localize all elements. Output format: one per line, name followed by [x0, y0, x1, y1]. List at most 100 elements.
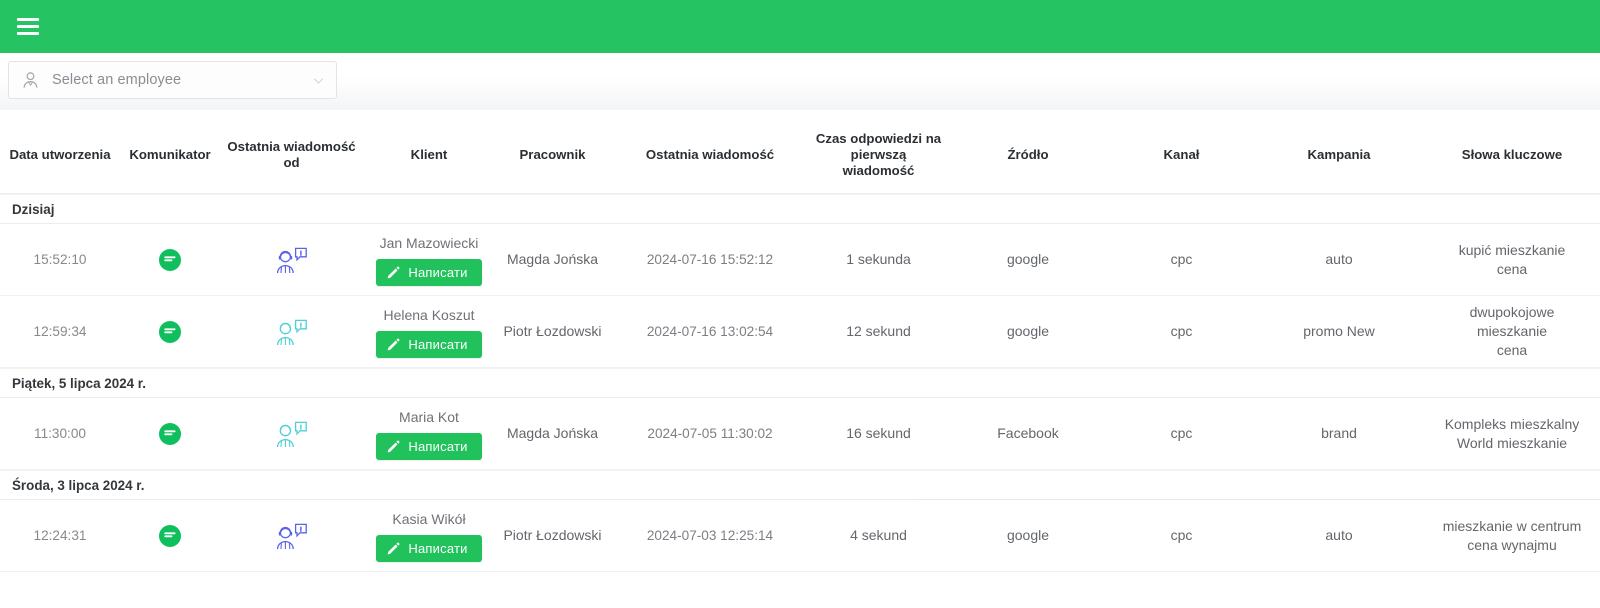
cell-campaign: auto — [1325, 251, 1353, 267]
keyword-line: cena — [1496, 260, 1528, 277]
date-group-header: Środa, 3 lipca 2024 r. — [0, 470, 1600, 500]
cell-created-time: 12:24:31 — [33, 528, 87, 543]
write-message-button[interactable]: Написати — [376, 432, 482, 460]
cell-campaign: auto — [1325, 527, 1353, 543]
write-message-button[interactable]: Написати — [376, 258, 482, 286]
filter-bar: Select an employee — [0, 53, 1600, 110]
cell-created-time: 15:52:10 — [33, 252, 87, 267]
client-name: Maria Kot — [399, 408, 459, 425]
cell-messenger — [120, 418, 220, 450]
cell-created-time: 12:59:34 — [33, 324, 87, 339]
chevron-down-icon[interactable] — [311, 73, 326, 88]
keyword-line: dwupokojowe — [1469, 304, 1555, 320]
employee-select[interactable]: Select an employee — [8, 61, 337, 99]
client-name: Helena Koszut — [383, 306, 475, 323]
client-name: Jan Mazowiecki — [379, 234, 479, 251]
cell-source: google — [1006, 251, 1050, 267]
keyword-line: cena wynajmu — [1467, 536, 1557, 553]
keyword-line: kupić mieszkanie — [1458, 241, 1566, 258]
column-header-last-message-from[interactable]: Ostatnia wiadomość od — [220, 139, 363, 171]
cell-client: Maria Kot Написати — [363, 404, 495, 464]
write-message-label: Написати — [408, 336, 468, 352]
column-header-source[interactable]: Źródło — [947, 147, 1109, 163]
cell-campaign: promo New — [1303, 323, 1375, 339]
cell-first-response-time: 12 sekund — [846, 323, 911, 339]
messenger-chat-icon[interactable] — [158, 422, 182, 446]
hamburger-menu-icon[interactable] — [17, 18, 39, 35]
operator-icon — [275, 245, 309, 275]
cell-channel: cpc — [1170, 425, 1193, 441]
column-header-keywords[interactable]: Słowa kluczowe — [1424, 147, 1600, 163]
cell-source: google — [1006, 527, 1050, 543]
write-message-label: Написати — [408, 264, 468, 280]
date-group-label: Piątek, 5 lipca 2024 r. — [12, 375, 146, 391]
cell-keywords: dwupokojowe mieszkanie cena — [1424, 299, 1600, 364]
column-header-last-message[interactable]: Ostatnia wiadomość — [610, 147, 810, 163]
cell-keywords: mieszkanie w centrum cena wynajmu — [1424, 513, 1600, 559]
cell-messenger — [120, 520, 220, 552]
date-group-header: Piątek, 5 lipca 2024 r. — [0, 368, 1600, 398]
cell-channel: cpc — [1170, 527, 1193, 543]
keyword-line: cena — [1496, 342, 1528, 358]
cell-client: Helena Koszut Написати — [363, 302, 495, 362]
employee-select-placeholder: Select an employee — [52, 72, 182, 88]
cell-employee: Piotr Łozdowski — [503, 323, 602, 339]
messenger-chat-icon[interactable] — [158, 320, 182, 344]
employee-avatar-icon — [21, 71, 40, 90]
cell-last-message-from — [220, 415, 363, 453]
date-group-header: Dzisiaj — [0, 194, 1600, 224]
date-group-label: Środa, 3 lipca 2024 r. — [12, 477, 145, 493]
cell-last-message: 2024-07-05 11:30:02 — [647, 426, 773, 441]
column-header-client[interactable]: Klient — [363, 147, 495, 163]
messenger-chat-icon[interactable] — [158, 524, 182, 548]
client-icon — [275, 419, 309, 449]
column-header-channel[interactable]: Kanał — [1109, 147, 1254, 163]
table-row[interactable]: 12:24:31 Kasia Wikół Написати Piotr Łozd… — [0, 500, 1600, 572]
column-header-employee[interactable]: Pracownik — [495, 147, 610, 163]
cell-messenger — [120, 316, 220, 348]
pencil-icon — [386, 439, 401, 454]
cell-source: google — [1006, 323, 1050, 339]
cell-last-message-from — [220, 241, 363, 279]
messenger-chat-icon[interactable] — [158, 248, 182, 272]
table-row[interactable]: 11:30:00 Maria Kot Написати Magda Jońska… — [0, 398, 1600, 470]
cell-client: Kasia Wikół Написати — [363, 506, 495, 566]
write-message-label: Написати — [408, 438, 468, 454]
write-message-label: Написати — [408, 540, 468, 556]
cell-campaign: brand — [1321, 425, 1357, 441]
column-header-created-date[interactable]: Data utworzenia — [0, 147, 120, 163]
table-row[interactable]: 15:52:10 Jan Mazowiecki Написати Magda J… — [0, 224, 1600, 296]
write-message-button[interactable]: Написати — [376, 534, 482, 562]
hamburger-bar — [17, 18, 39, 21]
write-message-button[interactable]: Написати — [376, 330, 482, 358]
cell-last-message: 2024-07-16 13:02:54 — [646, 324, 774, 339]
cell-keywords: kupić mieszkanie cena — [1424, 237, 1600, 283]
operator-icon — [275, 521, 309, 551]
table-header-row: Data utworzenia Komunikator Ostatnia wia… — [0, 110, 1600, 194]
column-header-first-response-time[interactable]: Czas odpowiedzi na pierwszą wiadomość — [810, 131, 947, 179]
cell-first-response-time: 1 sekunda — [846, 251, 911, 267]
client-icon — [275, 317, 309, 347]
date-group-label: Dzisiaj — [12, 201, 55, 217]
cell-source: Facebook — [997, 425, 1059, 441]
keyword-line: Kompleks mieszkalny — [1444, 415, 1580, 432]
cell-keywords: Kompleks mieszkalny World mieszkanie — [1424, 411, 1600, 457]
cell-last-message: 2024-07-16 15:52:12 — [646, 252, 774, 267]
cell-channel: cpc — [1170, 251, 1193, 267]
pencil-icon — [386, 265, 401, 280]
keyword-line: mieszkanie — [1476, 323, 1548, 339]
column-header-messenger[interactable]: Komunikator — [120, 147, 220, 163]
pencil-icon — [386, 337, 401, 352]
table-body: Dzisiaj 15:52:10 Jan Mazowiecki Написати… — [0, 194, 1600, 572]
cell-messenger — [120, 244, 220, 276]
cell-first-response-time: 16 sekund — [846, 425, 911, 441]
cell-created-time: 11:30:00 — [34, 426, 86, 441]
cell-employee: Magda Jońska — [506, 251, 599, 267]
cell-channel: cpc — [1170, 323, 1193, 339]
hamburger-bar — [17, 25, 39, 28]
cell-client: Jan Mazowiecki Написати — [363, 230, 495, 290]
pencil-icon — [386, 541, 401, 556]
app-top-bar — [0, 0, 1600, 53]
column-header-campaign[interactable]: Kampania — [1254, 147, 1424, 163]
table-row[interactable]: 12:59:34 Helena Koszut Написати Piotr Ło… — [0, 296, 1600, 368]
